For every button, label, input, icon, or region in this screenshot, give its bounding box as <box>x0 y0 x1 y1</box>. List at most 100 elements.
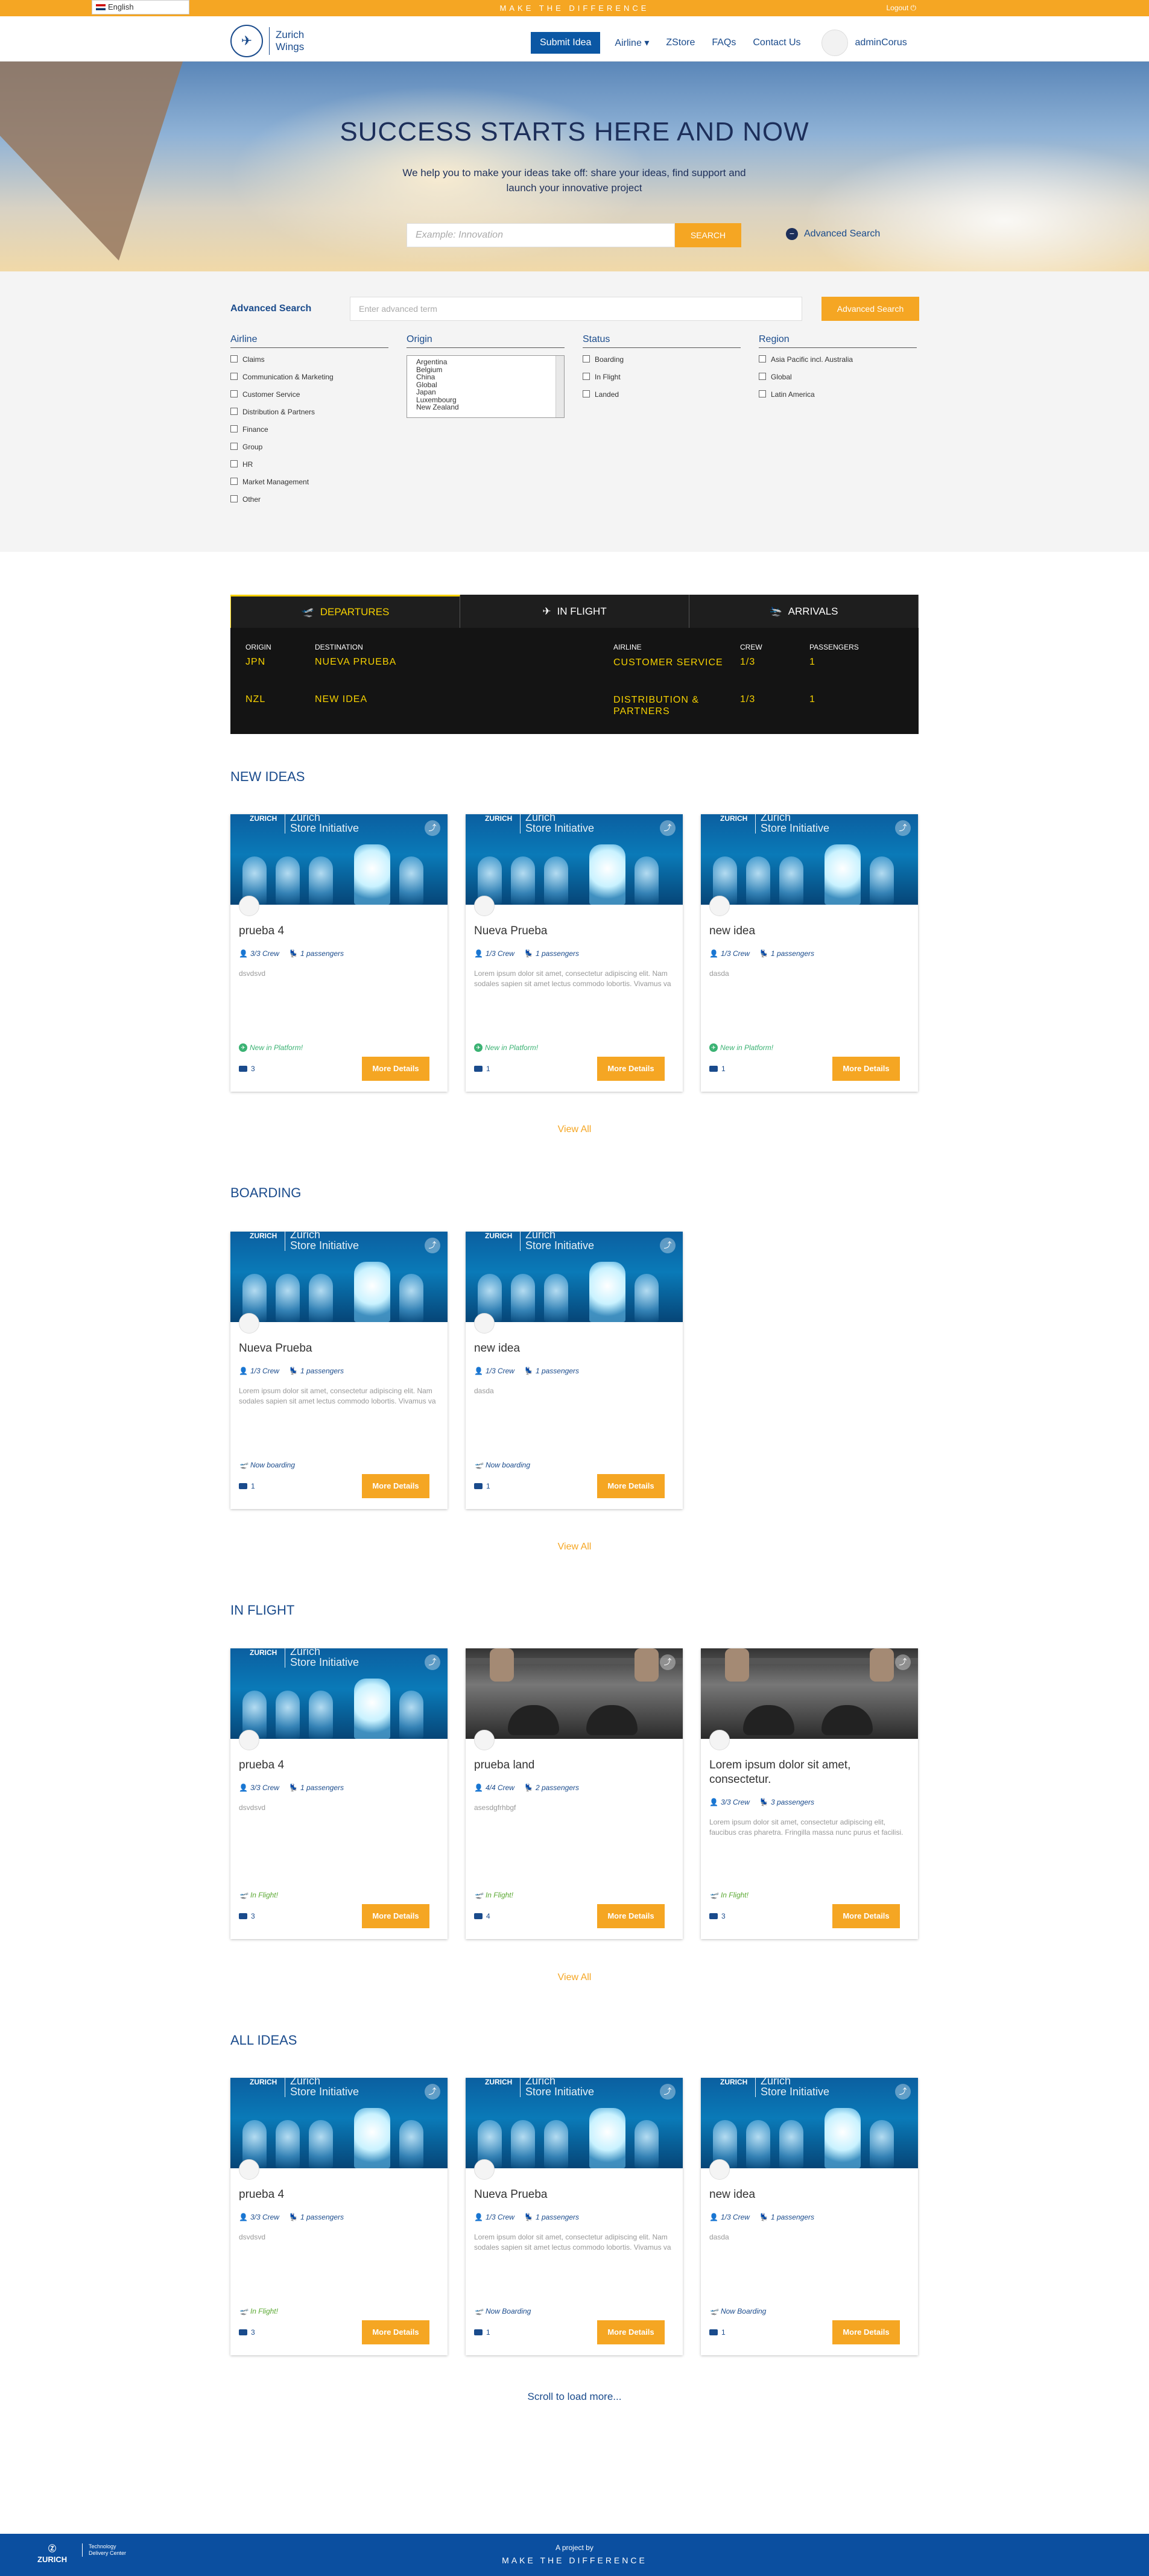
idea-card[interactable]: ZURICH Zurich Store Initiative ⤴ prueba 4 👤 3/… <box>230 1648 448 1939</box>
idea-title[interactable]: Nueva Prueba <box>474 2188 674 2202</box>
tab-arrivals[interactable]: 🛬 ARRIVALS <box>689 595 919 628</box>
checkbox-customer-service[interactable]: Customer Service <box>230 390 388 408</box>
arrival-icon: 🛬 <box>769 605 782 617</box>
checkbox-claims[interactable]: Claims <box>230 355 388 373</box>
checkbox-global[interactable]: Global <box>759 373 917 390</box>
checkbox-hr[interactable]: HR <box>230 460 388 478</box>
share-icon[interactable]: ⤴ <box>425 1238 440 1253</box>
idea-card[interactable]: ZURICH Zurich Store Initiative ⤴ new idea 👤 1/… <box>466 1232 683 1509</box>
share-icon[interactable]: ⤴ <box>895 2084 911 2100</box>
comment-count[interactable]: 3 <box>709 1912 726 1920</box>
board-row[interactable]: JPN NUEVA PRUEBA CUSTOMER SERVICE 1/3 1 <box>230 657 919 694</box>
more-details-button[interactable]: More Details <box>597 1904 665 1928</box>
status-badge: 🛫 Now Boarding <box>474 2307 531 2315</box>
more-details-button[interactable]: More Details <box>597 1057 665 1081</box>
logout-link[interactable]: Logout ⏻ <box>886 0 916 16</box>
idea-title[interactable]: new idea <box>709 2188 910 2202</box>
idea-title[interactable]: prueba land <box>474 1758 674 1773</box>
more-details-button[interactable]: More Details <box>832 1057 900 1081</box>
idea-title[interactable]: prueba 4 <box>239 2188 439 2202</box>
share-icon[interactable]: ⤴ <box>425 2084 440 2100</box>
idea-title[interactable]: prueba 4 <box>239 1758 439 1773</box>
idea-card[interactable]: ZURICH Zurich Store Initiative ⤴ prueba 4 👤 3/… <box>230 814 448 1092</box>
more-details-button[interactable]: More Details <box>597 1474 665 1498</box>
idea-card[interactable]: ZURICH Zurich Store Initiative ⤴ Nueva Prueb… <box>230 1232 448 1509</box>
search-button[interactable]: SEARCH <box>675 223 741 247</box>
advanced-search-button[interactable]: Advanced Search <box>821 297 919 321</box>
origin-multiselect[interactable]: Argentina Belgium China Global Japan Lux… <box>407 355 565 418</box>
more-details-button[interactable]: More Details <box>832 2320 900 2344</box>
comment-count[interactable]: 4 <box>474 1912 490 1920</box>
user-menu[interactable]: adminCorus <box>821 30 907 56</box>
comment-count[interactable]: 3 <box>239 2328 255 2337</box>
idea-title[interactable]: Nueva Prueba <box>474 924 674 938</box>
advanced-search-toggle[interactable]: − Advanced Search <box>786 228 880 240</box>
faqs-link[interactable]: FAQs <box>703 32 744 54</box>
share-icon[interactable]: ⤴ <box>660 2084 676 2100</box>
checkbox-latin-america[interactable]: Latin America <box>759 390 917 408</box>
load-more-link[interactable]: Scroll to load more... <box>0 2391 1149 2403</box>
comment-count[interactable]: 1 <box>474 1065 490 1073</box>
idea-title[interactable]: Lorem ipsum dolor sit amet, consectetur. <box>709 1758 910 1787</box>
idea-title[interactable]: Nueva Prueba <box>239 1341 439 1356</box>
checkbox-other[interactable]: Other <box>230 495 388 513</box>
idea-card[interactable]: ZURICH Zurich Store Initiative ⤴ prueba 4 👤 3/… <box>230 2078 448 2355</box>
idea-title[interactable]: new idea <box>709 924 910 938</box>
more-details-button[interactable]: More Details <box>362 1474 429 1498</box>
checkbox-in-flight[interactable]: In Flight <box>583 373 741 390</box>
share-icon[interactable]: ⤴ <box>425 820 440 836</box>
more-details-button[interactable]: More Details <box>362 1057 429 1081</box>
comment-count[interactable]: 1 <box>709 1065 726 1073</box>
idea-title[interactable]: new idea <box>474 1341 674 1356</box>
advanced-search-input[interactable]: Enter advanced term <box>350 297 802 321</box>
search-input[interactable]: Example: Innovation <box>407 223 675 247</box>
checkbox-market-management[interactable]: Market Management <box>230 478 388 495</box>
idea-card[interactable]: ZURICH Zurich Store Initiative ⤴ Nueva Prueb… <box>466 814 683 1092</box>
airline-menu[interactable]: Airline ▾ <box>606 31 657 54</box>
tab-departures[interactable]: 🛫 DEPARTURES <box>230 595 460 628</box>
idea-card[interactable]: ZURICH Zurich Store Initiative ⤴ new idea 👤 1/… <box>701 814 918 1092</box>
comment-count[interactable]: 1 <box>474 2328 490 2337</box>
checkbox-boarding[interactable]: Boarding <box>583 355 741 373</box>
comment-count[interactable]: 1 <box>239 1482 255 1490</box>
view-all-inflight-link[interactable]: View All <box>0 1972 1149 1983</box>
brand-logo[interactable]: ✈ Zurich Wings <box>230 25 304 57</box>
share-icon[interactable]: ⤴ <box>425 1654 440 1670</box>
idea-card[interactable]: ⤴ Lorem ipsum dolor sit amet, consectetur… <box>701 1648 918 1939</box>
comment-count[interactable]: 1 <box>474 1482 490 1490</box>
more-details-button[interactable]: More Details <box>362 2320 429 2344</box>
idea-title[interactable]: prueba 4 <box>239 924 439 938</box>
crew-count: 👤 4/4 Crew <box>474 1783 514 1792</box>
section-title-new: NEW IDEAS <box>230 769 305 784</box>
share-icon[interactable]: ⤴ <box>895 820 911 836</box>
share-icon[interactable]: ⤴ <box>895 1654 911 1670</box>
contact-link[interactable]: Contact Us <box>744 32 809 54</box>
idea-card[interactable]: ⤴ prueba land 👤 4/4 Crew 💺 2 passengers asesdg… <box>466 1648 683 1939</box>
more-details-button[interactable]: More Details <box>362 1904 429 1928</box>
comment-count[interactable]: 3 <box>239 1065 255 1073</box>
idea-card[interactable]: ZURICH Zurich Store Initiative ⤴ Nueva Prueb… <box>466 2078 683 2355</box>
comment-count[interactable]: 1 <box>709 2328 726 2337</box>
view-all-new-link[interactable]: View All <box>0 1124 1149 1135</box>
checkbox-asia-pacific[interactable]: Asia Pacific incl. Australia <box>759 355 917 373</box>
more-details-button[interactable]: More Details <box>597 2320 665 2344</box>
checkbox-group[interactable]: Group <box>230 443 388 460</box>
view-all-boarding-link[interactable]: View All <box>0 1542 1149 1552</box>
zstore-link[interactable]: ZStore <box>657 32 703 54</box>
more-details-button[interactable]: More Details <box>832 1904 900 1928</box>
checkbox-finance[interactable]: Finance <box>230 425 388 443</box>
board-row[interactable]: NZL NEW IDEA DISTRIBUTION & PARTNERS 1/3 1 <box>230 694 919 732</box>
comment-icon <box>239 1066 247 1072</box>
share-icon[interactable]: ⤴ <box>660 1238 676 1253</box>
share-icon[interactable]: ⤴ <box>660 820 676 836</box>
idea-card[interactable]: ZURICH Zurich Store Initiative ⤴ new idea 👤 1/… <box>701 2078 918 2355</box>
tab-in-flight[interactable]: ✈ IN FLIGHT <box>460 595 689 628</box>
hero-banner: SUCCESS STARTS HERE AND NOW We help you … <box>0 62 1149 271</box>
checkbox-distribution[interactable]: Distribution & Partners <box>230 408 388 425</box>
checkbox-landed[interactable]: Landed <box>583 390 741 408</box>
comment-count[interactable]: 3 <box>239 1912 255 1920</box>
share-icon[interactable]: ⤴ <box>660 1654 676 1670</box>
checkbox-communication[interactable]: Communication & Marketing <box>230 373 388 390</box>
submit-idea-button[interactable]: Submit Idea <box>531 32 601 54</box>
scrollbar[interactable] <box>556 356 564 417</box>
